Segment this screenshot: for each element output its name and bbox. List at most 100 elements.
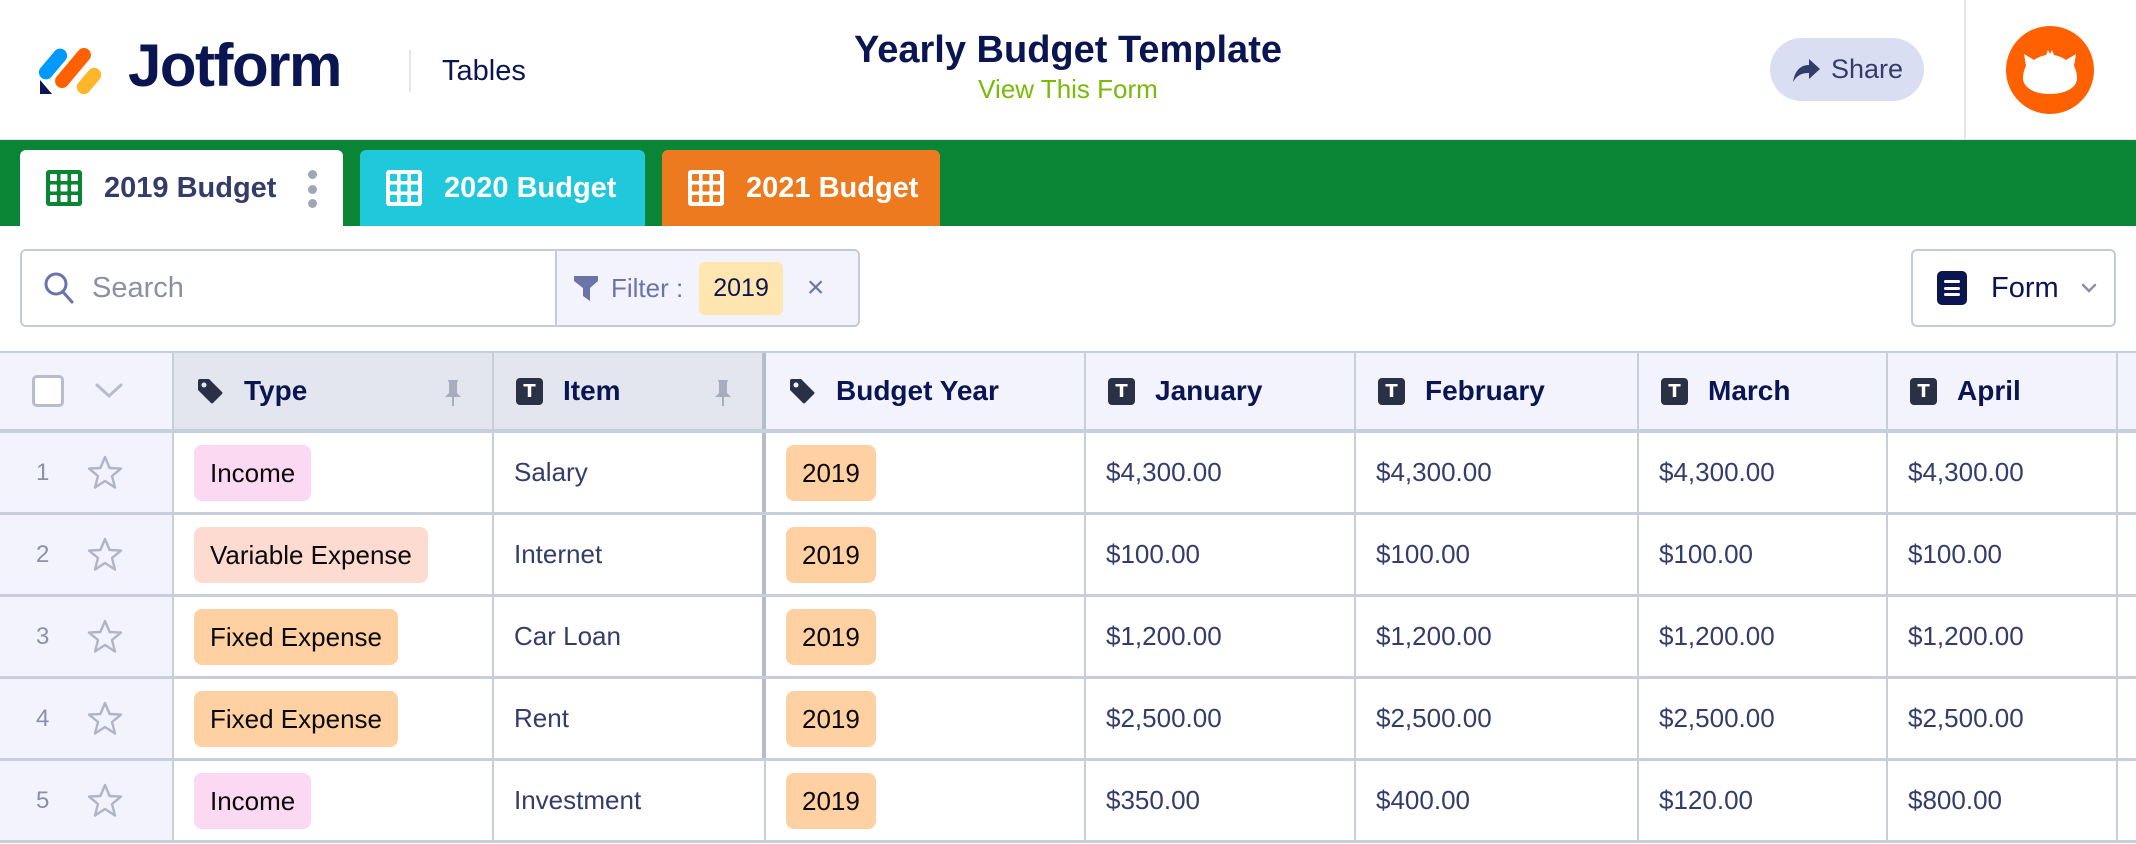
text-field-icon: T xyxy=(1661,377,1688,405)
cell-next-partial[interactable] xyxy=(2118,679,2136,758)
cell-item[interactable]: Internet xyxy=(494,515,766,594)
tag-icon xyxy=(790,379,815,404)
tab-2020-budget[interactable]: 2020 Budget xyxy=(360,150,645,226)
cell-february[interactable]: $2,500.00 xyxy=(1356,679,1639,758)
cell-budget-year[interactable]: 2019 xyxy=(766,679,1086,758)
cell-march[interactable]: $1,200.00 xyxy=(1639,597,1888,676)
type-tag: Fixed Expense xyxy=(194,608,398,665)
star-icon[interactable] xyxy=(86,782,124,820)
cell-april[interactable]: $100.00 xyxy=(1888,515,2118,594)
year-tag: 2019 xyxy=(786,526,876,583)
row-selector: 2 xyxy=(0,515,174,594)
share-arrow-icon xyxy=(1792,58,1820,82)
cell-item[interactable]: Investment xyxy=(494,761,766,840)
column-header-next-partial[interactable] xyxy=(2118,353,2136,429)
column-header-january[interactable]: T January xyxy=(1086,353,1356,429)
cell-budget-year[interactable]: 2019 xyxy=(766,597,1086,676)
table-row[interactable]: 5 Income Investment 2019 $350.00 $400.00… xyxy=(0,761,2136,843)
column-header-item[interactable]: T Item xyxy=(494,353,766,429)
cell-next-partial[interactable] xyxy=(2118,433,2136,512)
cell-next-partial[interactable] xyxy=(2118,761,2136,840)
table-row[interactable]: 3 Fixed Expense Car Loan 2019 $1,200.00 … xyxy=(0,597,2136,679)
search-filter-bar: Filter : 2019 × xyxy=(20,249,860,327)
cell-april[interactable]: $2,500.00 xyxy=(1888,679,2118,758)
select-all-column xyxy=(0,353,174,429)
table-row[interactable]: 1 Income Salary 2019 $4,300.00 $4,300.00… xyxy=(0,433,2136,515)
column-label: Budget Year xyxy=(836,375,999,406)
cell-april[interactable]: $4,300.00 xyxy=(1888,433,2118,512)
cell-january[interactable]: $100.00 xyxy=(1086,515,1356,594)
cell-budget-year[interactable]: 2019 xyxy=(766,515,1086,594)
cell-budget-year[interactable]: 2019 xyxy=(766,433,1086,512)
text-field-icon: T xyxy=(1378,377,1405,405)
column-header-april[interactable]: T April xyxy=(1888,353,2118,429)
cell-january[interactable]: $4,300.00 xyxy=(1086,433,1356,512)
tab-2019-budget[interactable]: 2019 Budget xyxy=(20,150,343,226)
view-selector-form-button[interactable]: Form xyxy=(1911,249,2116,327)
cell-item[interactable]: Rent xyxy=(494,679,766,758)
pin-icon[interactable] xyxy=(444,379,462,407)
column-header-type[interactable]: Type xyxy=(174,353,494,429)
filter-label: Filter : xyxy=(611,272,684,303)
tab-options-icon[interactable] xyxy=(307,170,317,208)
column-label: February xyxy=(1425,375,1545,406)
cell-type[interactable]: Variable Expense xyxy=(174,515,494,594)
row-selector: 4 xyxy=(0,679,174,758)
cell-type[interactable]: Fixed Expense xyxy=(174,679,494,758)
table-row[interactable]: 4 Fixed Expense Rent 2019 $2,500.00 $2,5… xyxy=(0,679,2136,761)
user-avatar[interactable] xyxy=(2006,26,2094,114)
cell-january[interactable]: $350.00 xyxy=(1086,761,1356,840)
column-header-march[interactable]: T March xyxy=(1639,353,1888,429)
product-name[interactable]: Tables xyxy=(442,52,526,90)
tag-icon xyxy=(198,379,223,404)
row-number: 5 xyxy=(36,786,50,814)
type-tag: Fixed Expense xyxy=(194,690,398,747)
chevron-down-icon[interactable] xyxy=(94,381,124,401)
cell-april[interactable]: $1,200.00 xyxy=(1888,597,2118,676)
cell-item[interactable]: Salary xyxy=(494,433,766,512)
clear-filter-icon[interactable]: × xyxy=(807,273,825,303)
pin-icon[interactable] xyxy=(714,379,732,407)
column-header-february[interactable]: T February xyxy=(1356,353,1639,429)
cell-february[interactable]: $4,300.00 xyxy=(1356,433,1639,512)
star-icon[interactable] xyxy=(86,700,124,738)
cell-april[interactable]: $800.00 xyxy=(1888,761,2118,840)
search-box[interactable] xyxy=(22,251,555,325)
column-label: Item xyxy=(563,375,621,406)
jotform-logo-icon[interactable] xyxy=(38,30,108,100)
search-input[interactable] xyxy=(92,271,532,305)
cell-february[interactable]: $100.00 xyxy=(1356,515,1639,594)
share-button[interactable]: Share xyxy=(1770,38,1924,101)
cell-type[interactable]: Fixed Expense xyxy=(174,597,494,676)
cell-type[interactable]: Income xyxy=(174,433,494,512)
cell-type[interactable]: Income xyxy=(174,761,494,840)
table-row[interactable]: 2 Variable Expense Internet 2019 $100.00… xyxy=(0,515,2136,597)
cell-march[interactable]: $4,300.00 xyxy=(1639,433,1888,512)
tab-label: 2020 Budget xyxy=(444,171,617,204)
cell-february[interactable]: $1,200.00 xyxy=(1356,597,1639,676)
cell-march[interactable]: $2,500.00 xyxy=(1639,679,1888,758)
brand-name[interactable]: Jotform xyxy=(128,28,342,104)
cell-next-partial[interactable] xyxy=(2118,597,2136,676)
view-form-link[interactable]: View This Form xyxy=(978,74,1158,104)
select-all-checkbox[interactable] xyxy=(32,375,64,407)
tab-2021-budget[interactable]: 2021 Budget xyxy=(662,150,940,226)
filter-area[interactable]: Filter : 2019 × xyxy=(555,251,858,325)
column-header-budget-year[interactable]: Budget Year xyxy=(766,353,1086,429)
cell-march[interactable]: $120.00 xyxy=(1639,761,1888,840)
row-selector: 1 xyxy=(0,433,174,512)
row-number: 4 xyxy=(36,704,50,732)
cell-next-partial[interactable] xyxy=(2118,515,2136,594)
page-title: Yearly Budget Template xyxy=(854,29,1282,71)
cell-february[interactable]: $400.00 xyxy=(1356,761,1639,840)
star-icon[interactable] xyxy=(86,454,124,492)
row-number: 3 xyxy=(36,622,50,650)
filter-value-chip[interactable]: 2019 xyxy=(699,261,783,315)
cell-january[interactable]: $2,500.00 xyxy=(1086,679,1356,758)
cell-budget-year[interactable]: 2019 xyxy=(766,761,1086,840)
cell-march[interactable]: $100.00 xyxy=(1639,515,1888,594)
star-icon[interactable] xyxy=(86,536,124,574)
star-icon[interactable] xyxy=(86,618,124,656)
cell-january[interactable]: $1,200.00 xyxy=(1086,597,1356,676)
cell-item[interactable]: Car Loan xyxy=(494,597,766,676)
